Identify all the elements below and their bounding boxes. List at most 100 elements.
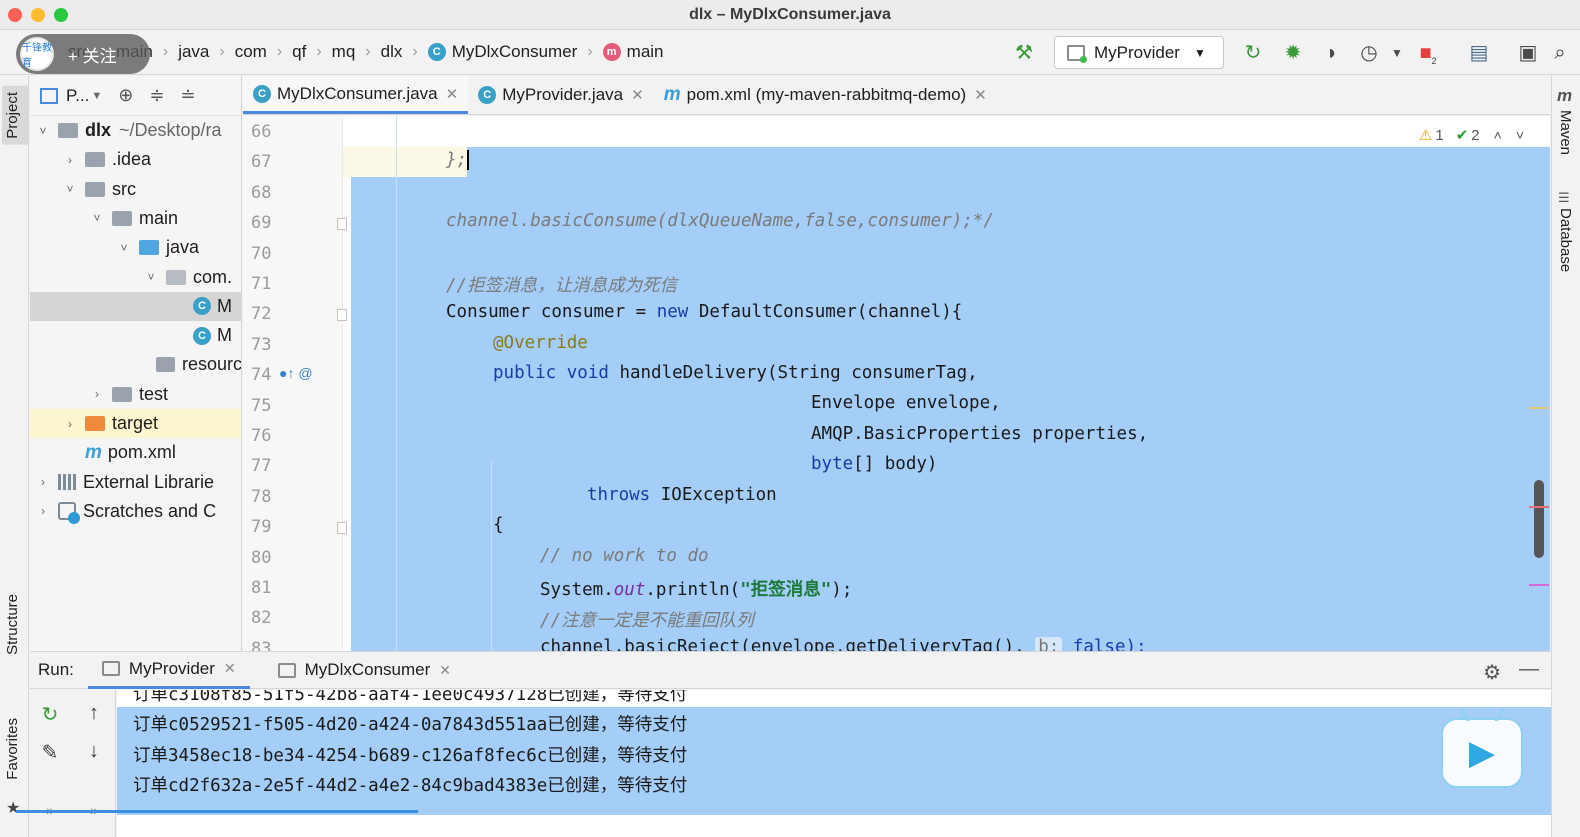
profile-icon[interactable]: ◷: [1357, 41, 1381, 65]
chevron-down-icon[interactable]: ˅: [90, 211, 104, 225]
chevron-right-icon[interactable]: ›: [90, 387, 104, 401]
maven-icon: m: [85, 441, 102, 463]
editor-scrollbar-thumb[interactable]: [1534, 480, 1544, 558]
video-progress-bar[interactable]: [16, 810, 418, 813]
tree-item[interactable]: ˅ java: [30, 233, 241, 262]
arrow-down-icon[interactable]: ↓: [82, 740, 106, 763]
close-icon[interactable]: ✕: [439, 662, 451, 679]
chevron-right-icon[interactable]: ›: [36, 504, 50, 518]
chevron-up-icon[interactable]: ˄: [1494, 127, 1502, 143]
chevron-down-icon[interactable]: ˅: [144, 270, 158, 284]
follow-badge[interactable]: 千锋教育 + 关注: [16, 34, 150, 74]
build-hammer-icon[interactable]: ⚒: [1012, 41, 1036, 65]
chevron-down-icon[interactable]: ˅: [117, 241, 131, 255]
close-icon[interactable]: ✕: [631, 86, 644, 104]
project-panel-header: P... ▼ ⊕ ≑ ≐: [30, 76, 241, 116]
override-marker-icon[interactable]: ●↑ @: [279, 365, 313, 381]
rerun-icon[interactable]: ↻: [38, 702, 62, 727]
project-tool-button[interactable]: Project: [2, 86, 28, 145]
breadcrumb-item[interactable]: mq: [332, 42, 356, 62]
code-editor[interactable]: 66 67 68 69 70 71 72 73 74 75 76 77 78 79 80 81 82 83 ●↑ @…: [243, 116, 1550, 651]
run-tab-myprovider[interactable]: MyProvider ✕: [87, 652, 250, 689]
structure-tool-button[interactable]: Structure: [4, 594, 21, 655]
coverage-icon[interactable]: ◗: [1320, 41, 1344, 65]
error-stripe-marker[interactable]: [1529, 584, 1549, 586]
line-number: 77: [251, 456, 272, 477]
tree-item[interactable]: ˅ src: [30, 175, 241, 204]
code-line-72: Consumer consumer = new DefaultConsumer(…: [446, 302, 963, 322]
arrow-up-icon[interactable]: ↑: [82, 702, 106, 725]
tree-item[interactable]: › .idea: [30, 145, 241, 174]
chevron-down-icon[interactable]: ˅: [36, 124, 50, 138]
project-structure-icon[interactable]: ▤: [1467, 41, 1491, 65]
tree-item[interactable]: resourc: [30, 350, 241, 379]
line-number: 71: [251, 274, 272, 294]
breadcrumb-item[interactable]: java: [178, 42, 209, 62]
fold-marker-icon[interactable]: [337, 309, 347, 322]
run-tab-mydlxconsumer[interactable]: MyDlxConsumer ✕: [264, 652, 465, 689]
chevron-right-icon[interactable]: ›: [63, 417, 77, 431]
close-icon[interactable]: ✕: [224, 660, 236, 677]
error-stripe-marker[interactable]: [1529, 407, 1549, 409]
maven-tool-button[interactable]: Maven: [1557, 110, 1574, 155]
tab-mydlxconsumer[interactable]: C MyDlxConsumer.java ✕: [243, 76, 469, 114]
tree-item[interactable]: › target: [30, 409, 241, 438]
debug-bug-icon[interactable]: ✹: [1281, 41, 1305, 65]
tab-pom-xml[interactable]: m pom.xml (my-maven-rabbitmq-demo) ✕: [654, 76, 997, 114]
inspection-widget[interactable]: ⚠ 1 ✔ 2 ˄ ˅: [1412, 124, 1530, 146]
application-icon: [1067, 44, 1087, 63]
run-configuration-select[interactable]: MyProvider ▼: [1054, 36, 1224, 69]
tree-item-label: Scratches and C: [83, 500, 217, 521]
minimize-icon[interactable]: —: [1519, 658, 1539, 681]
settings-panel-icon[interactable]: ▣: [1516, 41, 1540, 65]
breadcrumb-item[interactable]: com: [235, 42, 267, 62]
warning-icon: ⚠: [1418, 127, 1433, 144]
chevron-right-icon[interactable]: ›: [36, 475, 50, 489]
console-output[interactable]: 订单c3108f85-51f5-42b8-aaf4-1ee0c4937128已创…: [117, 690, 1551, 837]
database-tool-button[interactable]: Database: [1557, 208, 1574, 272]
folder-icon: [156, 357, 175, 373]
error-stripe-marker[interactable]: [1529, 506, 1549, 508]
tree-item[interactable]: CM: [30, 291, 241, 321]
video-play-icon[interactable]: ▶: [1441, 718, 1523, 788]
editor-gutter: 66 67 68 69 70 71 72 73 74 75 76 77 78 79 80 81 82 83 ●↑ @: [243, 116, 347, 651]
wrench-icon[interactable]: ✎: [38, 740, 62, 765]
code-line-74: public void handleDelivery(String consum…: [493, 363, 978, 383]
console-line: 订单c3108f85-51f5-42b8-aaf4-1ee0c4937128已创…: [133, 690, 688, 705]
locate-icon[interactable]: ⊕: [118, 85, 133, 106]
tree-item[interactable]: CM: [30, 321, 241, 350]
expand-all-icon[interactable]: ≑: [149, 85, 164, 106]
tree-item[interactable]: ˅ com.: [30, 263, 241, 292]
chevron-down-icon[interactable]: ▼: [91, 90, 102, 102]
tree-item[interactable]: ˅ dlx ~/Desktop/ra: [30, 116, 241, 145]
line-number: 76: [251, 426, 272, 446]
tree-item[interactable]: ˅ main: [30, 204, 241, 233]
gear-icon[interactable]: ⚙: [1483, 660, 1501, 685]
tree-item[interactable]: m pom.xml: [30, 438, 241, 467]
fold-marker-icon[interactable]: [337, 522, 347, 535]
chevron-down-icon[interactable]: ˅: [1516, 127, 1524, 143]
tab-myprovider[interactable]: C MyProvider.java ✕: [468, 76, 654, 114]
breadcrumb-item[interactable]: dlx: [381, 42, 403, 62]
chevron-right-icon[interactable]: ›: [63, 153, 77, 167]
chevron-down-icon[interactable]: ▼: [1385, 41, 1409, 65]
code-line-69: channel.basicConsume(dlxQueueName,false,…: [446, 211, 994, 231]
search-icon[interactable]: ⌕: [1548, 41, 1572, 65]
project-view-selector[interactable]: P...: [66, 86, 89, 106]
tree-item[interactable]: › test: [30, 380, 241, 409]
fold-marker-icon[interactable]: [337, 218, 347, 231]
tree-item[interactable]: › External Librarie: [30, 468, 241, 497]
collapse-all-icon[interactable]: ≐: [180, 85, 195, 106]
code-line-76: AMQP.BasicProperties properties,: [811, 424, 1149, 444]
rerun-icon[interactable]: ↻: [1241, 41, 1265, 65]
chevron-down-icon[interactable]: ˅: [63, 182, 77, 196]
breadcrumb-class[interactable]: C MyDlxConsumer: [427, 42, 577, 62]
favorites-tool-button[interactable]: Favorites: [4, 718, 21, 780]
tree-item[interactable]: › Scratches and C: [30, 497, 241, 526]
close-icon[interactable]: ✕: [974, 86, 987, 104]
breadcrumb-method[interactable]: m main: [602, 42, 664, 62]
breadcrumb-item[interactable]: qf: [292, 42, 306, 62]
close-icon[interactable]: ✕: [446, 85, 459, 103]
application-icon: [101, 661, 120, 676]
stop-icon[interactable]: ■2: [1416, 41, 1440, 66]
